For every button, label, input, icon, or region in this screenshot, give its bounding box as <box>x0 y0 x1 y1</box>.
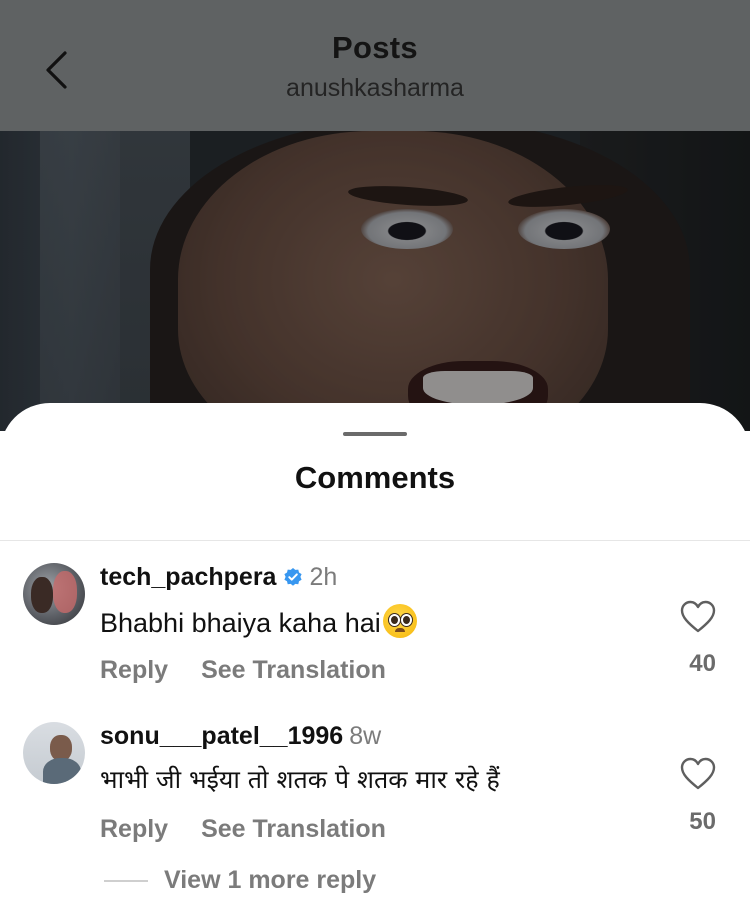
comment-time: 2h <box>309 563 338 591</box>
reply-button[interactable]: Reply <box>100 656 168 685</box>
post-image <box>0 131 750 431</box>
like-count: 50 <box>689 808 716 835</box>
reply-thread-line <box>104 879 148 882</box>
comment-username[interactable]: tech_pachpera <box>100 562 276 592</box>
top-app-bar: Posts anushkasharma <box>0 0 750 131</box>
see-translation-button[interactable]: See Translation <box>201 815 386 844</box>
view-more-replies-button[interactable]: View 1 more reply <box>104 866 376 895</box>
divider <box>0 540 750 541</box>
comment-body: Bhabhi bhaiya kaha hai <box>100 608 381 638</box>
account-username[interactable]: anushkasharma <box>0 74 750 103</box>
avatar[interactable] <box>23 563 85 625</box>
comment-body: भाभी जी भईया तो शतक पे शतक मार रहे हैं <box>100 765 500 794</box>
comment-actions: Reply See Translation <box>100 815 386 844</box>
like-count: 40 <box>689 650 716 677</box>
page-title: Posts <box>332 30 418 65</box>
comment-text: Bhabhi bhaiya kaha hai <box>100 604 417 640</box>
comment-header: sonu___patel__1996 8w <box>100 721 381 751</box>
reply-button[interactable]: Reply <box>100 815 168 844</box>
comment-time: 8w <box>349 722 382 750</box>
like-button[interactable] <box>680 600 716 634</box>
comment-header: tech_pachpera 2h <box>100 562 337 592</box>
see-translation-button[interactable]: See Translation <box>201 656 386 685</box>
heart-outline-icon <box>680 757 716 790</box>
comments-sheet: Comments tech_pachpera 2h Bhabhi bhaiya … <box>0 403 750 921</box>
view-more-replies-label: View 1 more reply <box>164 866 377 894</box>
comment-text: भाभी जी भईया तो शतक पे शतक मार रहे हैं <box>100 763 500 797</box>
like-button[interactable] <box>680 757 716 791</box>
verified-badge-icon <box>283 567 303 587</box>
avatar[interactable] <box>23 722 85 784</box>
pleading-face-emoji-icon <box>382 604 417 638</box>
comment-actions: Reply See Translation <box>100 656 386 685</box>
comments-title: Comments <box>294 460 456 495</box>
sheet-drag-handle[interactable] <box>343 432 407 436</box>
heart-outline-icon <box>680 600 716 633</box>
comment-username[interactable]: sonu___patel__1996 <box>100 721 343 751</box>
